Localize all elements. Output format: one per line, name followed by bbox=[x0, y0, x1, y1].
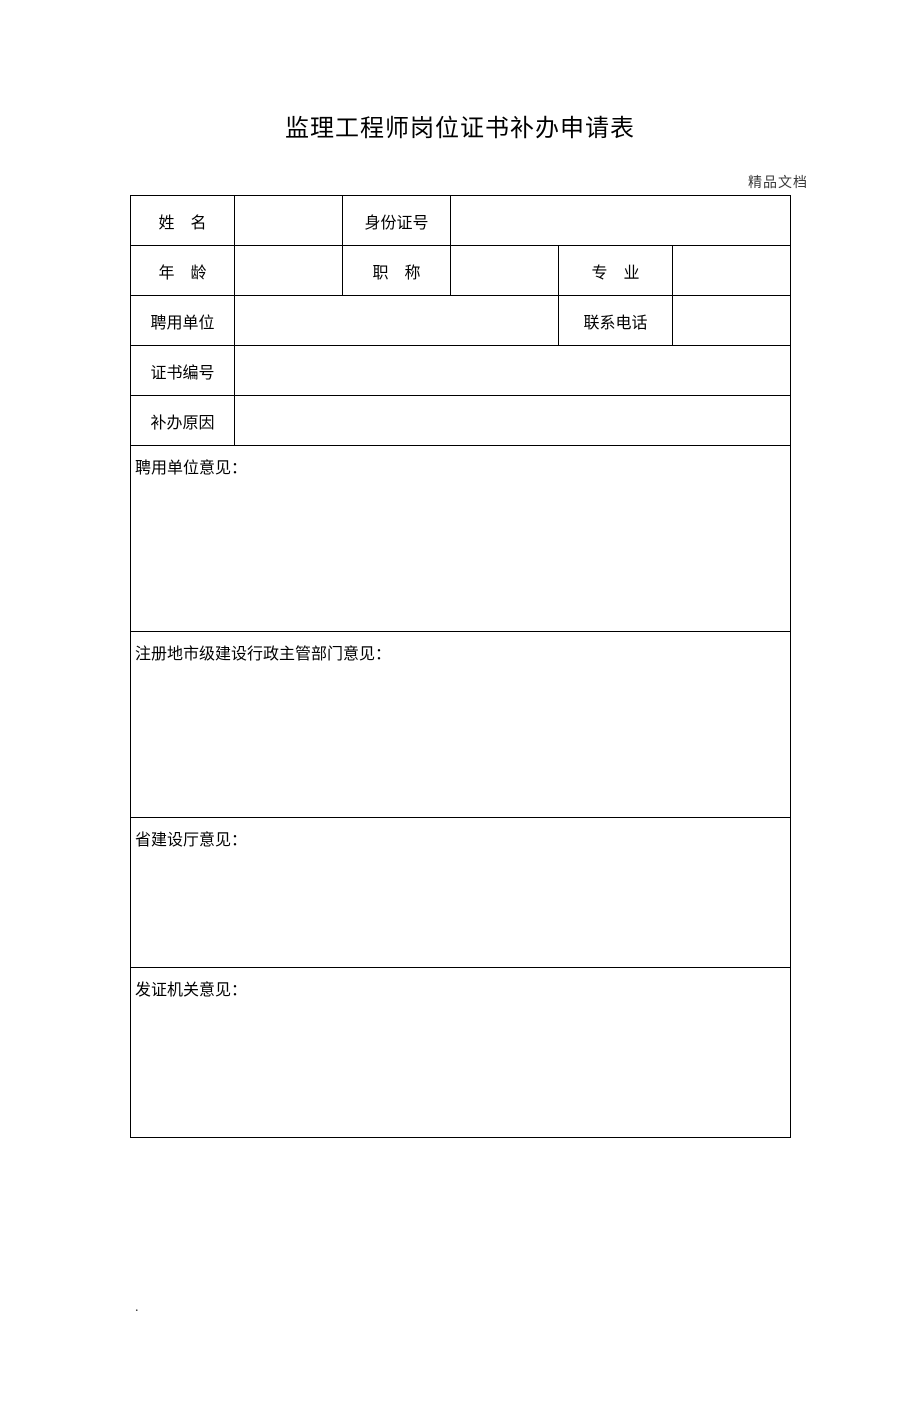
row-issuer-opinion: 发证机关意见： bbox=[131, 968, 791, 1138]
value-major bbox=[673, 246, 791, 296]
label-cert-no: 证书编号 bbox=[131, 346, 235, 396]
label-age: 年 龄 bbox=[131, 246, 235, 296]
form-table-container: 姓 名 身份证号 年 龄 职 称 专 业 聘用单位 联系电话 证书编号 补办原因 bbox=[130, 195, 790, 1138]
value-employer bbox=[235, 296, 559, 346]
row-reason: 补办原因 bbox=[131, 396, 791, 446]
label-id-number: 身份证号 bbox=[343, 196, 451, 246]
label-phone: 联系电话 bbox=[559, 296, 673, 346]
application-form-table: 姓 名 身份证号 年 龄 职 称 专 业 聘用单位 联系电话 证书编号 补办原因 bbox=[130, 195, 791, 1138]
watermark-text: 精品文档 bbox=[748, 172, 808, 192]
value-id-number bbox=[451, 196, 791, 246]
label-reason: 补办原因 bbox=[131, 396, 235, 446]
label-city-opinion: 注册地市级建设行政主管部门意见： bbox=[135, 640, 782, 817]
label-name: 姓 名 bbox=[131, 196, 235, 246]
row-employer-opinion: 聘用单位意见： bbox=[131, 446, 791, 632]
label-issuer-opinion: 发证机关意见： bbox=[135, 976, 782, 1137]
row-name-id: 姓 名 身份证号 bbox=[131, 196, 791, 246]
label-employer: 聘用单位 bbox=[131, 296, 235, 346]
label-title-rank: 职 称 bbox=[343, 246, 451, 296]
row-employer-phone: 聘用单位 联系电话 bbox=[131, 296, 791, 346]
row-age-title-major: 年 龄 职 称 专 业 bbox=[131, 246, 791, 296]
row-city-opinion: 注册地市级建设行政主管部门意见： bbox=[131, 632, 791, 818]
page-title: 监理工程师岗位证书补办申请表 bbox=[0, 108, 920, 143]
label-province-opinion: 省建设厅意见： bbox=[135, 826, 782, 967]
value-name bbox=[235, 196, 343, 246]
value-title-rank bbox=[451, 246, 559, 296]
label-employer-opinion: 聘用单位意见： bbox=[135, 454, 782, 631]
value-phone bbox=[673, 296, 791, 346]
value-age bbox=[235, 246, 343, 296]
value-reason bbox=[235, 396, 791, 446]
row-cert-no: 证书编号 bbox=[131, 346, 791, 396]
label-major: 专 业 bbox=[559, 246, 673, 296]
row-province-opinion: 省建设厅意见： bbox=[131, 818, 791, 968]
value-cert-no bbox=[235, 346, 791, 396]
footer-marker: . bbox=[135, 1300, 139, 1316]
